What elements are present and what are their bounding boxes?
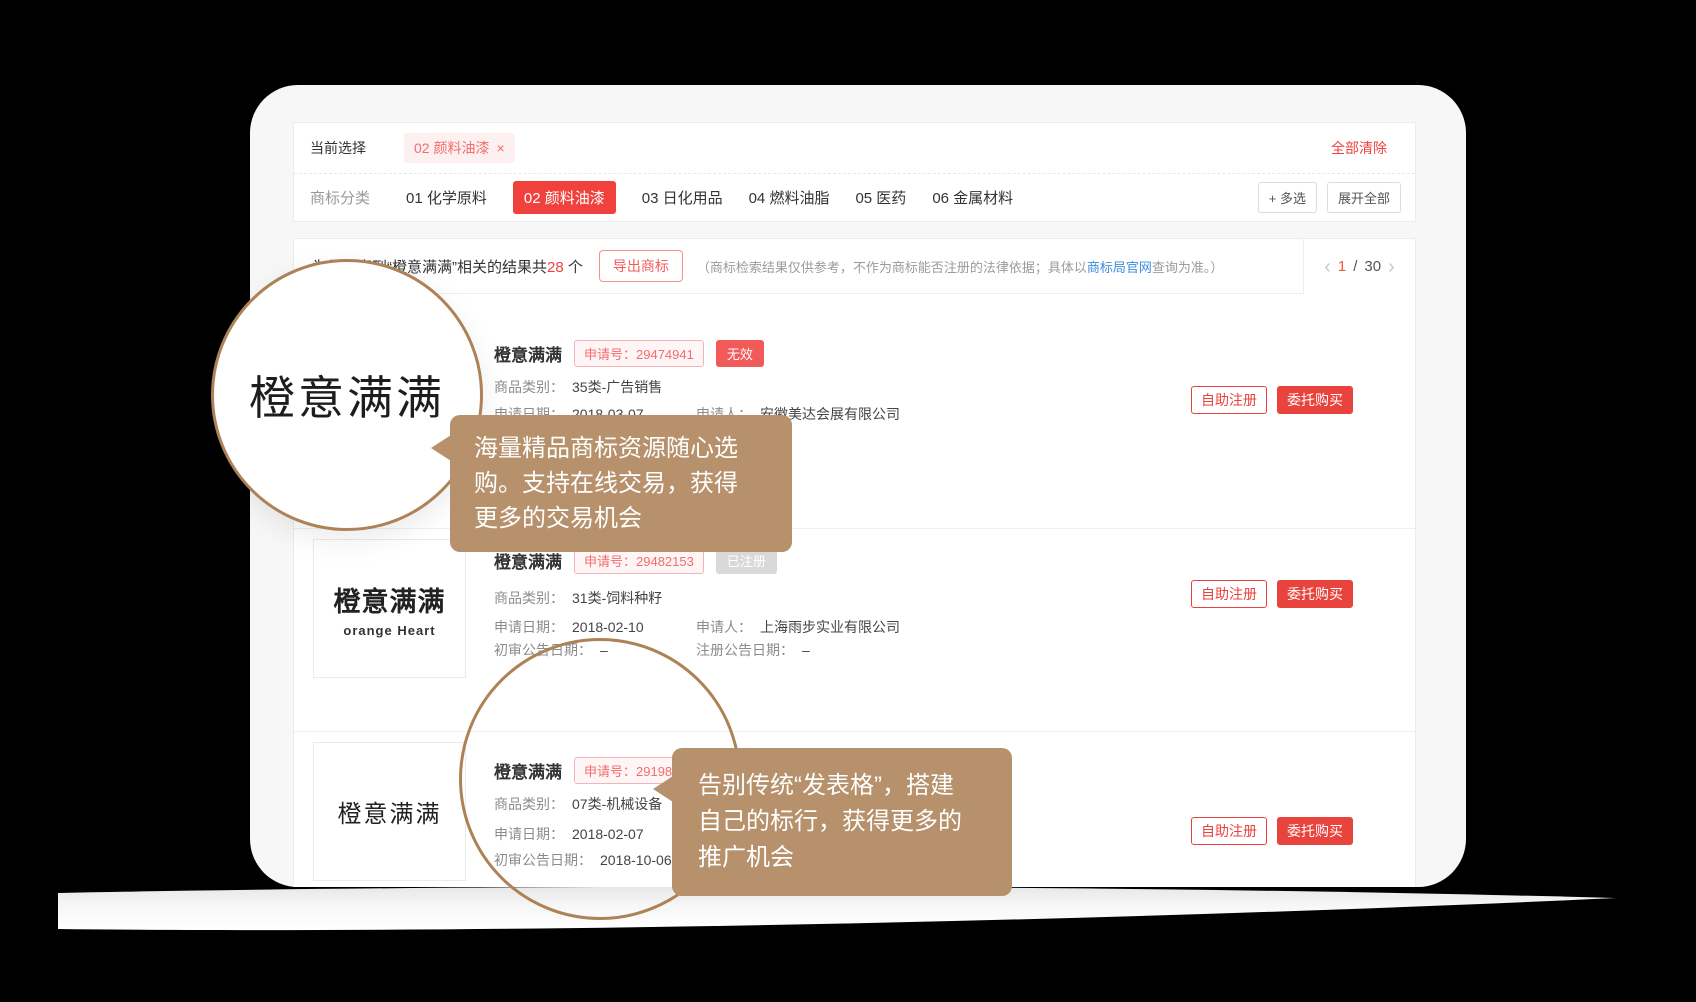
tooltip-arrow-icon <box>653 776 673 802</box>
magnifier-circle-zoomed-trademark: 橙意满满 <box>211 259 483 531</box>
tooltip-line: 推广机会 <box>698 840 986 876</box>
results-summary-suffix: 个 <box>564 259 583 276</box>
trademark-logo-text: 橙意满满 <box>338 794 442 829</box>
pagination: ‹ 1 / 30 › <box>1303 239 1415 294</box>
filter-panel: 当前选择 02 颜料油漆 × 全部清除 商标分类 01 化学原料 02 颜料油漆… <box>293 122 1416 222</box>
export-trademarks-button[interactable]: 导出商标 <box>599 250 683 282</box>
row-actions: 自助注册 委托购买 <box>1191 580 1353 608</box>
tooltip-line: 自己的标行，获得更多的 <box>698 804 986 840</box>
clear-all-button[interactable]: 全部清除 <box>1331 138 1387 158</box>
disclaimer-post: 查询为准。） <box>1152 260 1224 275</box>
current-selection-row: 当前选择 02 颜料油漆 × 全部清除 <box>294 123 1415 173</box>
page-separator: / <box>1353 258 1357 275</box>
trademark-office-link[interactable]: 商标局官网 <box>1087 260 1152 275</box>
applicant-pair: 申请人： 上海雨步实业有限公司 <box>696 617 900 637</box>
entrust-buy-button[interactable]: 委托购买 <box>1277 817 1353 845</box>
page-canvas: 当前选择 02 颜料油漆 × 全部清除 商标分类 01 化学原料 02 颜料油漆… <box>0 0 1696 1002</box>
prev-page-icon[interactable]: ‹ <box>1324 257 1331 277</box>
entrust-buy-button[interactable]: 委托购买 <box>1277 580 1353 608</box>
selected-filter-tag-label: 02 颜料油漆 <box>414 138 489 158</box>
next-page-icon[interactable]: › <box>1388 257 1395 277</box>
application-number-badge: 申请号：29474941 <box>574 340 704 367</box>
trademark-logo-text: 橙意满满 <box>334 580 446 619</box>
result-row-2: 橙意满满 orange Heart 橙意满满 申请号：29482153 已注册 … <box>294 528 1415 731</box>
self-register-button[interactable]: 自助注册 <box>1191 580 1267 608</box>
reg-publication-value: – <box>802 642 810 658</box>
applicant-label: 申请人： <box>696 619 752 635</box>
expand-all-button[interactable]: 展开全部 <box>1327 182 1401 213</box>
multi-select-button[interactable]: + 多选 <box>1258 182 1317 213</box>
tooltip-line: 海量精品商标资源随心选 <box>474 431 768 466</box>
reg-publication-label: 注册公告日期： <box>696 642 794 658</box>
callout-tooltip-marketplace: 海量精品商标资源随心选 购。支持在线交易，获得 更多的交易机会 <box>450 415 792 552</box>
selected-filter-tag[interactable]: 02 颜料油漆 × <box>404 133 515 163</box>
entrust-buy-button[interactable]: 委托购买 <box>1277 386 1353 414</box>
current-page: 1 <box>1338 258 1346 275</box>
total-pages: 30 <box>1364 258 1381 275</box>
category-line-value: 31类-饲料种籽 <box>572 590 662 606</box>
tooltip-arrow-icon <box>431 435 451 461</box>
row-actions: 自助注册 委托购买 <box>1191 817 1353 845</box>
category-line-value: 35类-广告销售 <box>572 379 662 395</box>
apply-date-value: 2018-02-10 <box>572 619 644 635</box>
trademark-image: 橙意满满 <box>313 742 466 881</box>
category-label: 商标分类 <box>310 187 370 208</box>
category-actions: + 多选 展开全部 <box>1258 182 1401 213</box>
category-item-06[interactable]: 06 金属材料 <box>932 187 1013 208</box>
category-line-label: 商品类别： <box>494 379 564 395</box>
apply-date-label: 申请日期： <box>494 619 564 635</box>
application-number-value: 29482153 <box>636 554 694 569</box>
application-number-label: 申请号： <box>584 554 636 569</box>
trademark-name: 橙意满满 <box>494 341 562 366</box>
results-count: 28 <box>547 259 564 276</box>
close-icon[interactable]: × <box>496 140 504 156</box>
category-item-02-selected[interactable]: 02 颜料油漆 <box>513 181 616 214</box>
application-number-value: 29474941 <box>636 347 694 362</box>
callout-tooltip-promotion: 告别传统“发表格”，搭建 自己的标行，获得更多的 推广机会 <box>672 748 1012 896</box>
current-selection-label: 当前选择 <box>310 138 366 158</box>
tooltip-line: 更多的交易机会 <box>474 501 768 536</box>
category-item-04[interactable]: 04 燃料油脂 <box>749 187 830 208</box>
row-actions: 自助注册 委托购买 <box>1191 386 1353 414</box>
category-item-05[interactable]: 05 医药 <box>855 187 906 208</box>
disclaimer-pre: （商标检索结果仅供参考，不作为商标能否注册的法律依据；具体以 <box>697 260 1087 275</box>
results-header: 为您检索到“橙意满满”相关的结果共28 个 导出商标 （商标检索结果仅供参考，不… <box>294 239 1415 294</box>
application-number-label: 申请号： <box>584 347 636 362</box>
trademark-image: 橙意满满 orange Heart <box>313 539 466 678</box>
applicant-value: 上海雨步实业有限公司 <box>760 619 900 635</box>
date-line: 申请日期： 2018-02-10 申请人： 上海雨步实业有限公司 <box>494 617 1134 637</box>
magnified-trademark-text: 橙意满满 <box>249 362 445 428</box>
results-disclaimer: （商标检索结果仅供参考，不作为商标能否注册的法律依据；具体以商标局官网查询为准。… <box>697 257 1224 276</box>
category-line: 商品类别： 31类-饲料种籽 <box>494 588 1134 608</box>
tooltip-line: 告别传统“发表格”，搭建 <box>698 768 986 804</box>
category-line-label: 商品类别： <box>494 590 564 606</box>
category-row: 商标分类 01 化学原料 02 颜料油漆 03 日化用品 04 燃料油脂 05 … <box>294 173 1415 221</box>
tooltip-line: 购。支持在线交易，获得 <box>474 466 768 501</box>
category-line: 商品类别： 35类-广告销售 <box>494 377 1134 397</box>
self-register-button[interactable]: 自助注册 <box>1191 386 1267 414</box>
self-register-button[interactable]: 自助注册 <box>1191 817 1267 845</box>
reg-publication-pair: 注册公告日期：– <box>696 640 810 660</box>
trademark-title-line: 橙意满满 申请号：29474941 无效 <box>494 340 764 367</box>
category-item-03[interactable]: 03 日化用品 <box>642 187 723 208</box>
category-item-01[interactable]: 01 化学原料 <box>406 187 487 208</box>
trademark-logo-subtext: orange Heart <box>343 623 435 638</box>
status-badge: 无效 <box>716 340 764 367</box>
